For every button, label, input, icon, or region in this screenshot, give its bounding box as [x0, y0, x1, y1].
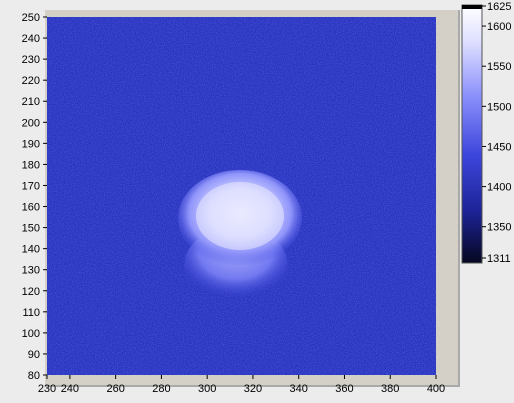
x-tick-label: 280: [152, 383, 170, 395]
y-tick-label: 160: [22, 202, 40, 214]
intensity-graph: 80 90 100 110 120 130 140 150 160 170 180 190 200 210…: [0, 0, 514, 403]
scale-tick-label: 1350: [487, 222, 511, 234]
y-tick-label: 190: [22, 138, 40, 150]
x-tick-label: 320: [244, 383, 262, 395]
y-tick-label: 140: [22, 244, 40, 256]
x-tick-label: 360: [335, 383, 353, 395]
y-tick-label: 210: [22, 96, 40, 108]
y-tick-label: 170: [22, 180, 40, 192]
scale-tick-label: 1550: [487, 61, 511, 73]
color-scale-bar[interactable]: [461, 4, 483, 264]
y-tick-label: 230: [22, 54, 40, 66]
y-tick-label: 110: [22, 307, 40, 319]
y-tick-label: 250: [22, 12, 40, 24]
y-tick-label: 90: [28, 349, 40, 361]
scale-tick-label: 1500: [487, 101, 511, 113]
scale-tick-label: 1625: [487, 1, 511, 13]
bright-spot-core: [196, 182, 284, 250]
scale-tick-label: 1450: [487, 141, 511, 153]
scale-tick-label: 1400: [487, 182, 511, 194]
x-tick-label: 260: [106, 383, 124, 395]
scale-tick-label: 1600: [487, 21, 511, 33]
y-tick-label: 200: [22, 117, 40, 129]
x-tick-label: 380: [381, 383, 399, 395]
color-scale[interactable]: 1625 1600 1550 1500 1450 1400 1350 1311: [461, 1, 511, 265]
color-scale-labels: 1625 1600 1550 1500 1450 1400 1350 1311: [482, 1, 511, 265]
scale-tick-label: 1311: [487, 253, 511, 265]
x-tick-label: 300: [198, 383, 216, 395]
y-tick-label: 100: [22, 328, 40, 340]
intensity-graph-svg: 80 90 100 110 120 130 140 150 160 170 180 190 200 210…: [22, 1, 512, 395]
color-scale-top-marker: [462, 5, 482, 9]
y-tick-label: 150: [22, 223, 40, 235]
x-tick-label: 230: [38, 383, 56, 395]
y-tick-label: 220: [22, 75, 40, 87]
x-axis: 230 240 260 280 300 320 340 360 380 400: [38, 375, 445, 395]
y-tick-label: 130: [22, 265, 40, 277]
y-tick-label: 80: [28, 370, 40, 382]
intensity-image[interactable]: [47, 17, 436, 375]
x-tick-label: 240: [61, 383, 79, 395]
y-axis: 80 90 100 110 120 130 140 150 160 170 180 190 200 210…: [22, 12, 47, 382]
x-tick-label: 340: [290, 383, 308, 395]
y-tick-label: 120: [22, 286, 40, 298]
x-tick-label: 400: [427, 383, 445, 395]
y-tick-label: 240: [22, 33, 40, 45]
y-tick-label: 180: [22, 159, 40, 171]
